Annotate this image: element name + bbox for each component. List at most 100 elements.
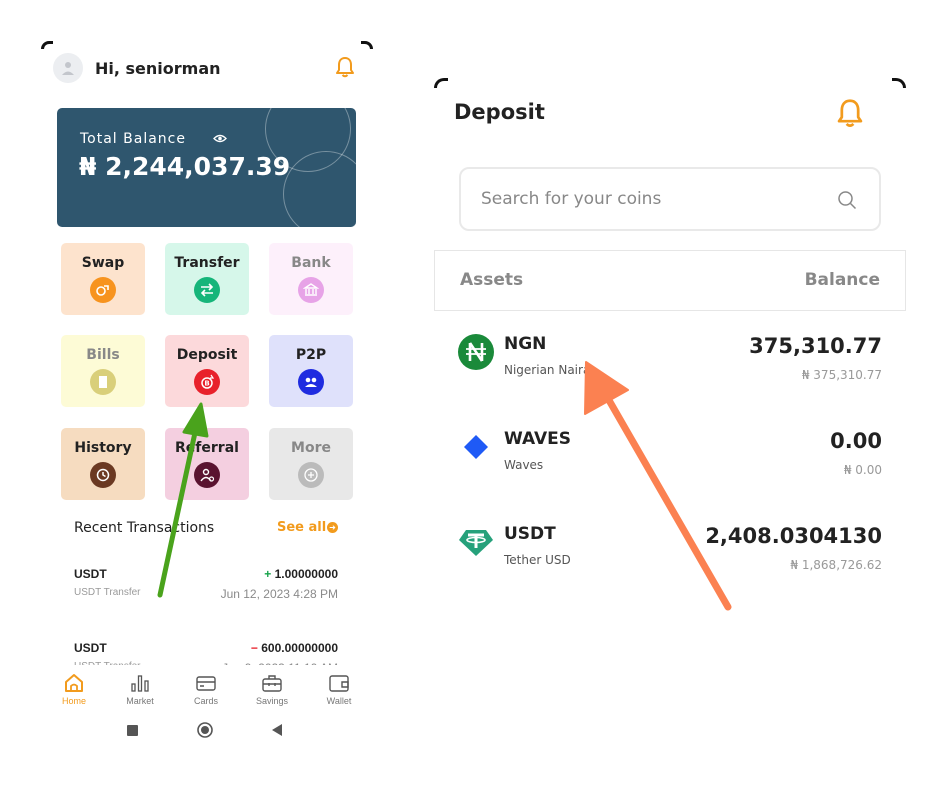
tile-label: P2P <box>295 347 327 363</box>
tx-value: 1.00000000 <box>274 567 338 581</box>
tx-coin: USDT <box>74 641 107 655</box>
eye-icon[interactable] <box>213 134 227 143</box>
wallet-icon <box>329 675 349 692</box>
asset-symbol: USDT <box>504 524 556 544</box>
tx-sign: + <box>264 567 272 581</box>
history-icon <box>90 462 116 488</box>
back-icon[interactable] <box>272 724 282 736</box>
asset-row-ngn[interactable]: NGN Nigerian Naira 375,310.77 ₦ 375,310.… <box>434 330 906 422</box>
referral-icon <box>194 462 220 488</box>
nav-home[interactable]: Home <box>49 672 99 706</box>
asset-row-usdt[interactable]: USDT Tether USD 2,408.0304130 ₦ 1,868,72… <box>434 520 906 612</box>
search-icon[interactable] <box>837 190 857 210</box>
screen-corner <box>361 41 373 49</box>
tx-amount: − 600.00000000 <box>251 641 338 655</box>
search-input[interactable]: Search for your coins <box>459 167 881 231</box>
tx-value: 600.00000000 <box>261 641 338 655</box>
asset-fiat-value: ₦ 375,310.77 <box>801 368 882 382</box>
greeting-text: Hi, seniorman <box>95 59 221 78</box>
asset-balance: 0.00 <box>830 429 882 453</box>
asset-balance: 375,310.77 <box>749 334 882 358</box>
screen-corner <box>892 78 906 88</box>
more-icon <box>298 462 324 488</box>
bank-tile[interactable]: Bank <box>269 243 353 315</box>
asset-symbol: WAVES <box>504 429 572 449</box>
bills-tile[interactable]: Bills <box>61 335 145 407</box>
column-header-balance: Balance <box>804 270 880 290</box>
bank-icon <box>298 277 324 303</box>
asset-fiat-value: ₦ 1,868,726.62 <box>790 558 882 572</box>
nav-label: Market <box>126 696 154 706</box>
deposit-tile[interactable]: Deposit B <box>165 335 249 407</box>
bell-icon[interactable] <box>335 56 355 78</box>
arrow-right-icon[interactable]: ➜ <box>327 522 338 533</box>
transfer-tile[interactable]: Transfer <box>165 243 249 315</box>
tether-icon <box>459 530 493 556</box>
swap-icon <box>90 277 116 303</box>
more-tile[interactable]: More <box>269 428 353 500</box>
home-icon <box>65 674 83 692</box>
recents-icon[interactable] <box>127 725 138 736</box>
asset-balance: 2,408.0304130 <box>705 524 882 548</box>
deposit-screen: Deposit Search for your coins Assets Bal… <box>434 78 906 618</box>
nav-label: Wallet <box>326 696 352 706</box>
card-icon <box>196 676 216 691</box>
asset-name: Waves <box>504 458 544 472</box>
search-placeholder: Search for your coins <box>481 189 662 209</box>
p2p-tile[interactable]: P2P <box>269 335 353 407</box>
tx-type: USDT Transfer <box>74 587 141 598</box>
tx-date: Jun 12, 2023 4:28 PM <box>220 587 338 601</box>
asset-name: Tether USD <box>504 553 571 567</box>
nav-label: Cards <box>193 696 218 706</box>
screen-corner <box>41 41 53 49</box>
table-header: Assets Balance <box>434 250 906 311</box>
tile-label: Bank <box>291 255 331 271</box>
swap-tile[interactable]: Swap <box>61 243 145 315</box>
nav-label: Savings <box>255 696 289 706</box>
nav-savings[interactable]: Savings <box>247 672 297 706</box>
tile-label: History <box>74 440 132 456</box>
page-title: Deposit <box>454 100 545 124</box>
recent-transactions-title: Recent Transactions <box>74 520 215 536</box>
briefcase-icon <box>262 675 282 692</box>
referral-tile[interactable]: Referral <box>165 428 249 500</box>
column-header-assets: Assets <box>460 270 524 290</box>
asset-name: Nigerian Naira <box>504 363 591 377</box>
bell-icon[interactable] <box>836 98 864 128</box>
home-system-icon[interactable] <box>197 722 213 738</box>
transfer-icon <box>194 277 220 303</box>
tile-label: Referral <box>175 440 239 456</box>
see-all-link[interactable]: See all <box>277 520 326 535</box>
asset-fiat-value: ₦ 0.00 <box>843 463 882 477</box>
screen-corner <box>434 78 448 88</box>
home-screen: Hi, seniorman Total Balance ₦ 2,244,037.… <box>41 41 373 751</box>
tx-coin: USDT <box>74 567 107 581</box>
nav-label: Home <box>61 696 86 706</box>
balance-value: ₦ 2,244,037.39 <box>79 152 291 181</box>
p2p-icon <box>298 369 324 395</box>
bills-icon <box>90 369 116 395</box>
user-icon <box>62 62 74 75</box>
asset-symbol: NGN <box>504 334 547 354</box>
tile-label: Swap <box>81 255 125 271</box>
tile-label: Deposit <box>176 347 238 363</box>
tx-amount: + 1.00000000 <box>264 567 338 581</box>
market-icon <box>131 675 149 692</box>
history-tile[interactable]: History <box>61 428 145 500</box>
nav-wallet[interactable]: Wallet <box>314 672 364 706</box>
system-nav-bar <box>41 719 373 743</box>
deposit-icon: B <box>194 369 220 395</box>
avatar[interactable] <box>53 53 83 83</box>
balance-label: Total Balance <box>80 131 186 147</box>
tile-label: Transfer <box>174 255 240 271</box>
nav-market[interactable]: Market <box>115 672 165 706</box>
asset-row-waves[interactable]: WAVES Waves 0.00 ₦ 0.00 <box>434 425 906 517</box>
header: Hi, seniorman <box>53 53 355 83</box>
tx-sign: − <box>250 641 258 655</box>
bottom-nav: Home Market Cards Savings Wallet <box>41 665 373 715</box>
svg-text:B: B <box>204 380 209 388</box>
nav-cards[interactable]: Cards <box>181 672 231 706</box>
naira-icon <box>458 334 494 370</box>
waves-icon <box>464 435 488 459</box>
balance-card: Total Balance ₦ 2,244,037.39 <box>57 108 356 227</box>
